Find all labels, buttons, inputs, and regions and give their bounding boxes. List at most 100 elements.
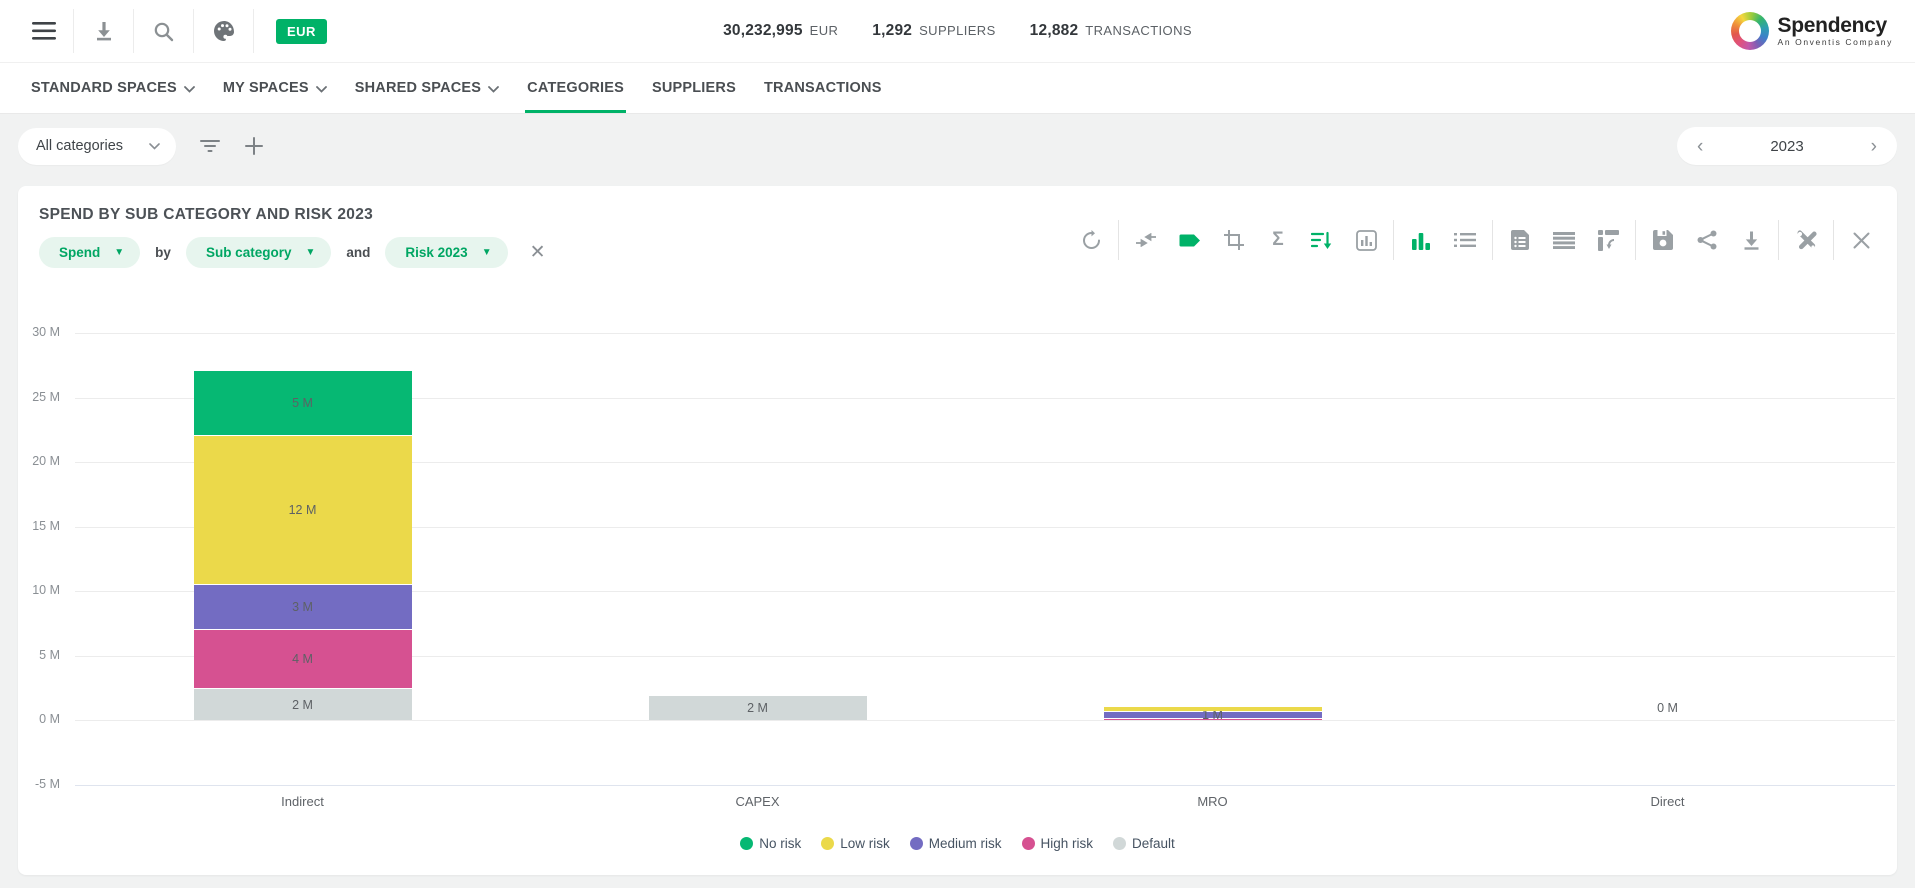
currency-badge[interactable]: EUR — [276, 19, 327, 44]
bar-segment[interactable] — [1104, 707, 1322, 711]
logo-tagline: An Onventis Company — [1778, 37, 1893, 47]
theme-button[interactable] — [194, 9, 253, 53]
logo[interactable]: Spendency An Onventis Company — [1731, 0, 1893, 62]
label-button[interactable] — [1168, 220, 1212, 260]
menu-icon — [32, 22, 56, 40]
legend-dot-icon — [1022, 837, 1035, 850]
bar-chart-view-button[interactable] — [1399, 220, 1443, 260]
bar-segment[interactable]: 12 M — [194, 436, 412, 584]
save-button[interactable] — [1641, 220, 1685, 260]
top-bar: EUR 30,232,995 EUR 1,292 SUPPLIERS 12,88… — [0, 0, 1915, 62]
segment-value-label: 12 M — [289, 503, 317, 517]
report-icon — [1511, 230, 1529, 250]
tab-label: MY SPACES — [223, 80, 309, 96]
tab-standard-spaces[interactable]: STANDARD SPACES — [17, 63, 209, 113]
bar-chart-icon — [1411, 231, 1431, 250]
pivot-button[interactable] — [1586, 220, 1630, 260]
bar-segment[interactable]: 2 M — [194, 689, 412, 720]
segment-value-label: 4 M — [292, 652, 313, 666]
y-tick-label: 20 M — [12, 454, 60, 468]
stat-spend: 30,232,995 EUR — [723, 22, 838, 40]
bar-slot: 1 M — [985, 333, 1440, 785]
tab-categories[interactable]: CATEGORIES — [513, 63, 638, 113]
bar-segment[interactable]: 1 M — [1104, 712, 1322, 718]
legend-item[interactable]: Low risk — [821, 836, 890, 851]
y-tick-label: 10 M — [12, 583, 60, 597]
stat-value: 12,882 — [1030, 22, 1079, 40]
divider — [1635, 220, 1636, 260]
tab-my-spaces[interactable]: MY SPACES — [209, 63, 341, 113]
y-tick-label: 30 M — [12, 325, 60, 339]
prev-year-button[interactable]: ‹ — [1693, 137, 1707, 156]
search-button[interactable] — [134, 9, 193, 53]
bar-segment[interactable]: 4 M — [194, 630, 412, 688]
close-icon — [1853, 232, 1870, 249]
list-view-button[interactable] — [1443, 220, 1487, 260]
refresh-button[interactable] — [1069, 220, 1113, 260]
chip-label: Sub category — [206, 245, 292, 260]
download-icon — [94, 21, 114, 41]
share-icon — [1697, 230, 1717, 250]
filter-button[interactable] — [188, 128, 232, 165]
share-button[interactable] — [1685, 220, 1729, 260]
add-widget-button[interactable] — [232, 128, 276, 165]
chevron-down-icon — [184, 86, 195, 93]
export-button[interactable] — [1729, 220, 1773, 260]
tools-button[interactable] — [1784, 220, 1828, 260]
chart-settings-button[interactable] — [1344, 220, 1388, 260]
bar-segment[interactable]: 3 M — [194, 585, 412, 629]
x-category-label: MRO — [985, 794, 1440, 809]
tab-label: STANDARD SPACES — [31, 80, 177, 96]
list-icon — [1454, 232, 1476, 248]
bar-segment[interactable]: 2 M — [649, 696, 867, 721]
divider — [1833, 220, 1834, 260]
panel-title: SPEND BY SUB CATEGORY AND RISK 2023 — [39, 206, 373, 224]
remove-series-button[interactable]: ✕ — [530, 241, 546, 264]
chevron-down-icon — [488, 86, 499, 93]
bar-segment[interactable]: 5 M — [194, 371, 412, 435]
year-selector: ‹ 2023 › — [1677, 127, 1897, 165]
next-year-button[interactable]: › — [1867, 137, 1881, 156]
refresh-icon — [1081, 230, 1102, 251]
close-panel-button[interactable] — [1839, 220, 1883, 260]
bar-slot: 2 M — [530, 333, 985, 785]
crop-button[interactable] — [1212, 220, 1256, 260]
page: EUR 30,232,995 EUR 1,292 SUPPLIERS 12,88… — [0, 0, 1915, 888]
series-chip[interactable]: Risk 2023 ▼ — [385, 237, 507, 268]
x-category-label: CAPEX — [530, 794, 985, 809]
logo-ring-icon — [1731, 12, 1769, 50]
legend-item[interactable]: Default — [1113, 836, 1175, 851]
divider — [1492, 220, 1493, 260]
nav-bar: STANDARD SPACES MY SPACES SHARED SPACES … — [0, 62, 1915, 114]
legend-label: Default — [1132, 836, 1175, 851]
menu-button[interactable] — [14, 9, 73, 53]
legend-item[interactable]: No risk — [740, 836, 801, 851]
dimension-chip[interactable]: Sub category ▼ — [186, 237, 331, 268]
rows-button[interactable] — [1542, 220, 1586, 260]
measure-chip[interactable]: Spend ▼ — [39, 237, 140, 268]
save-icon — [1653, 230, 1673, 250]
merge-button[interactable] — [1124, 220, 1168, 260]
tab-shared-spaces[interactable]: SHARED SPACES — [341, 63, 513, 113]
legend-item[interactable]: Medium risk — [910, 836, 1002, 851]
x-category-label: Direct — [1440, 794, 1895, 809]
pivot-icon — [1598, 230, 1619, 251]
legend-label: High risk — [1041, 836, 1094, 851]
sigma-icon: Σ — [1272, 229, 1283, 251]
tab-suppliers[interactable]: SUPPLIERS — [638, 63, 750, 113]
divider — [1393, 220, 1394, 260]
report-button[interactable] — [1498, 220, 1542, 260]
sort-button[interactable] — [1300, 220, 1344, 260]
tab-transactions[interactable]: TRANSACTIONS — [750, 63, 896, 113]
chart-panel: SPEND BY SUB CATEGORY AND RISK 2023 Spen… — [18, 186, 1897, 875]
stat-value: 30,232,995 — [723, 22, 803, 40]
download-button[interactable] — [74, 9, 133, 53]
segment-value-label: 3 M — [292, 600, 313, 614]
rows-icon — [1553, 232, 1575, 249]
sum-button[interactable]: Σ — [1256, 220, 1300, 260]
plot-area: 2 M4 M3 M12 M5 M2 M1 M0 M — [75, 333, 1895, 785]
y-tick-label: 5 M — [12, 648, 60, 662]
category-select[interactable]: All categories — [18, 128, 176, 165]
legend-item[interactable]: High risk — [1022, 836, 1094, 851]
filter-row: All categories ‹ 2023 › — [0, 114, 1915, 178]
